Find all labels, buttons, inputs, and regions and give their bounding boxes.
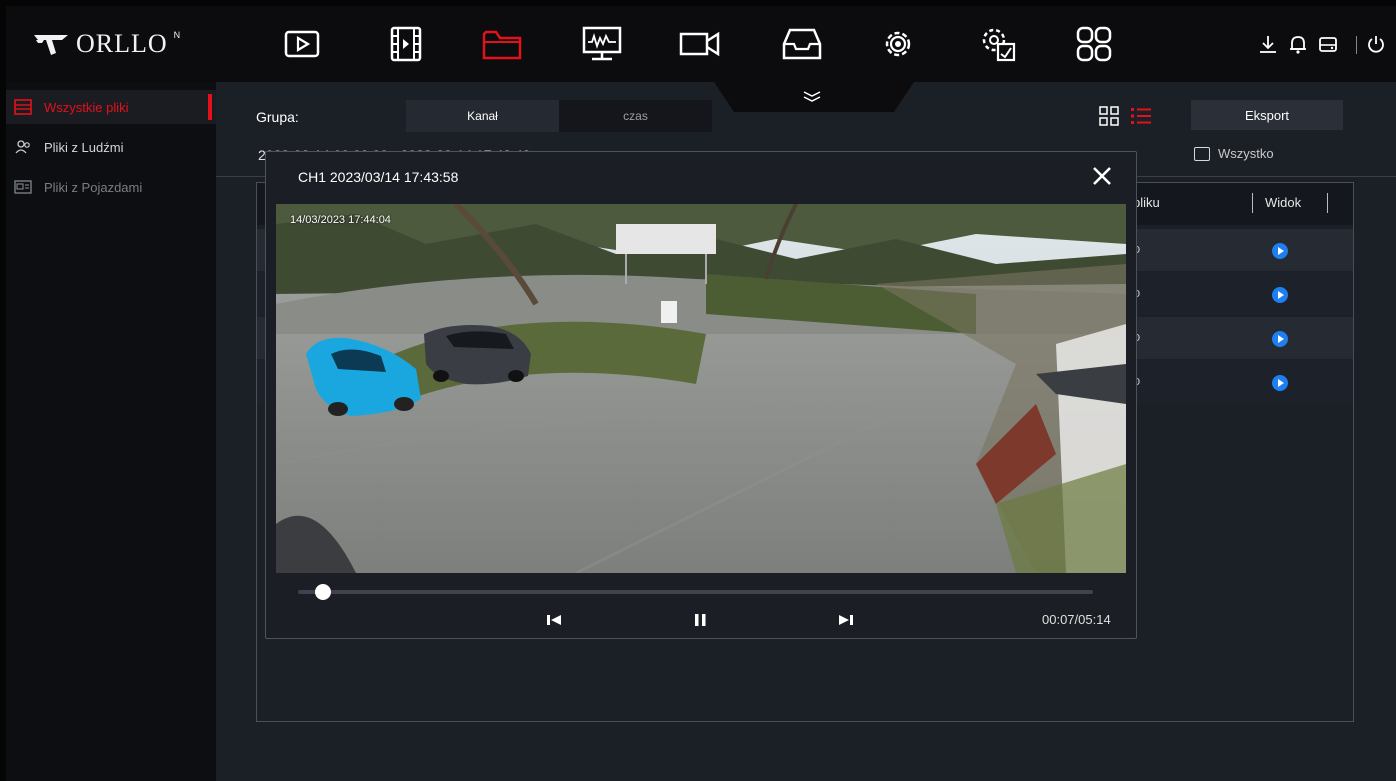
apps-grid-icon[interactable] <box>1070 22 1118 66</box>
close-icon[interactable] <box>1088 162 1116 190</box>
toolbar-divider <box>1356 36 1357 54</box>
logo-text: ORLLO <box>76 29 168 58</box>
sidebar-item-vehicle-files[interactable]: Pliki z Pojazdami <box>6 170 216 204</box>
active-indicator <box>208 94 212 120</box>
dialog-title: CH1 2023/03/14 17:43:58 <box>298 169 459 185</box>
list-view-icon[interactable] <box>1130 106 1152 126</box>
power-icon[interactable] <box>1364 32 1388 56</box>
video-frame[interactable]: 14/03/2023 17:44:04 <box>276 204 1126 573</box>
sidebar-item-label: Pliki z Pojazdami <box>44 179 143 195</box>
group-label: Grupa: <box>256 109 299 125</box>
column-separator <box>1252 193 1253 213</box>
group-by-time-tab[interactable]: czas <box>559 100 712 132</box>
play-button-icon[interactable] <box>1272 331 1288 347</box>
playback-dialog: CH1 2023/03/14 17:43:58 14/03/2023 17:44… <box>265 151 1137 639</box>
people-icon <box>14 138 36 156</box>
bell-icon[interactable] <box>1286 32 1310 56</box>
vehicle-icon <box>14 178 36 196</box>
all-files-icon <box>14 98 36 116</box>
camera-scene-image <box>276 204 1126 573</box>
sidebar-item-people-files[interactable]: Pliki z Ludźmi <box>6 130 216 164</box>
play-button-icon[interactable] <box>1272 287 1288 303</box>
column-header-file: pliku <box>1133 195 1160 210</box>
select-all-label: Wszystko <box>1218 146 1274 161</box>
sidebar-item-label: Pliki z Ludźmi <box>44 139 124 155</box>
playback-progress-bar[interactable] <box>298 590 1093 594</box>
progress-slider-handle[interactable] <box>315 584 332 600</box>
sidebar-item-label: Wszystkie pliki <box>44 99 129 115</box>
column-header-view: Widok <box>1265 195 1302 210</box>
export-button[interactable]: Eksport <box>1191 100 1343 130</box>
monitor-icon[interactable] <box>578 22 626 66</box>
storage-icon[interactable] <box>778 22 826 66</box>
camera-icon[interactable] <box>676 22 724 66</box>
logo-superscript: N <box>173 30 181 40</box>
next-icon[interactable] <box>834 608 858 632</box>
playback-icon[interactable] <box>278 22 326 66</box>
checkbox-box[interactable] <box>1194 146 1210 161</box>
files-folder-icon[interactable] <box>478 22 526 66</box>
hdd-icon[interactable] <box>1316 32 1340 56</box>
select-all-checkbox[interactable]: Wszystko <box>1194 146 1274 161</box>
column-separator <box>1327 193 1328 213</box>
osd-timestamp: 14/03/2023 17:44:04 <box>290 214 391 226</box>
settings-gear-icon[interactable] <box>874 22 922 66</box>
logo-wing-icon <box>34 35 68 55</box>
previous-icon[interactable] <box>542 608 566 632</box>
sidebar-item-all-files[interactable]: Wszystkie pliki <box>6 90 216 124</box>
pause-icon[interactable] <box>688 608 712 632</box>
nvr-window: ORLLO N Wszystkie pliki Pliki z Ludźmi P… <box>6 6 1396 781</box>
download-icon[interactable] <box>1256 32 1280 56</box>
playback-time: 00:07/05:14 <box>1042 612 1111 627</box>
brand-logo: ORLLO N <box>32 26 180 62</box>
play-button-icon[interactable] <box>1272 375 1288 391</box>
group-by-channel-tab[interactable]: Kanał <box>406 100 559 132</box>
top-navigation-bar: ORLLO N <box>6 6 1396 82</box>
collapse-panel-handle[interactable] <box>714 82 914 116</box>
advanced-settings-icon[interactable] <box>974 22 1022 66</box>
video-clip-icon[interactable] <box>382 22 430 66</box>
sidebar: Wszystkie pliki Pliki z Ludźmi Pliki z P… <box>6 82 216 781</box>
play-button-icon[interactable] <box>1272 243 1288 259</box>
grid-view-icon[interactable] <box>1099 106 1119 126</box>
